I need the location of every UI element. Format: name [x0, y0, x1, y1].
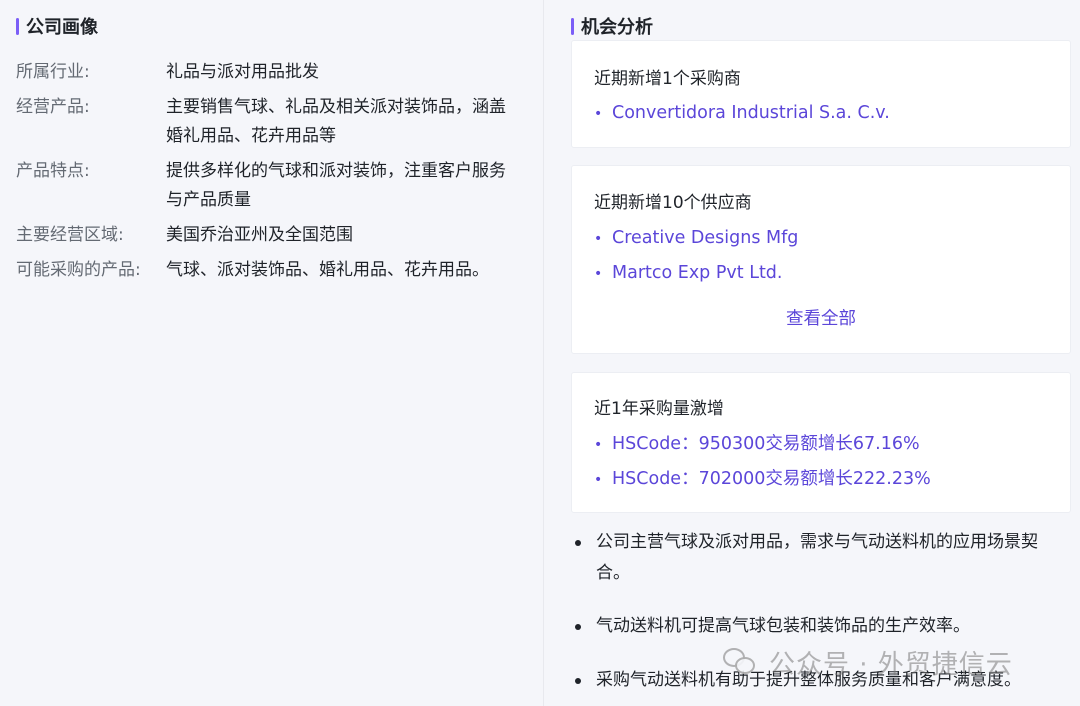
hscode-text: HSCode：702000交易额增长222.23% — [612, 469, 931, 489]
profile-value: 主要销售气球、礼品及相关派对装饰品，涵盖婚礼用品、花卉用品等 — [166, 97, 506, 146]
bullet-dot: • — [594, 231, 603, 247]
profile-value: 礼品与派对用品批发 — [166, 62, 319, 82]
purchase-surge-card: 近1年采购量激增 • HSCode：950300交易额增长67.16% • HSCo… — [571, 372, 1071, 513]
supplier-link[interactable]: • Creative Designs Mfg — [594, 225, 798, 252]
purchase-surge-title: 近1年采购量激增 — [594, 399, 724, 419]
profile-row-industry: 所属行业: 礼品与派对用品批发 — [16, 58, 526, 87]
supplier-name: Martco Exp Pvt Ltd. — [612, 263, 783, 283]
opportunity-title: 机会分析 — [581, 17, 653, 38]
profile-value: 美国乔治亚州及全国范围 — [166, 225, 353, 245]
hscode-link[interactable]: • HSCode：950300交易额增长67.16% — [594, 431, 920, 458]
profile-label: 主要经营区域: — [16, 225, 124, 245]
profile-label: 可能采购的产品: — [16, 260, 141, 280]
new-buyers-title: 近期新增1个采购商 — [594, 69, 741, 89]
bullet-dot: • — [594, 472, 603, 488]
opportunity-panel: 机会分析 近期新增1个采购商 • Convertidora Industrial … — [543, 0, 1080, 706]
hscode-text: HSCode：950300交易额增长67.16% — [612, 434, 920, 454]
profile-label: 所属行业: — [16, 62, 90, 82]
profile-row-products: 经营产品: 主要销售气球、礼品及相关派对装饰品，涵盖婚礼用品、花卉用品等 — [16, 93, 526, 151]
view-all-link[interactable]: 查看全部 — [572, 306, 1070, 332]
profile-label: 经营产品: — [16, 97, 90, 117]
wechat-icon — [723, 648, 757, 676]
analysis-bullet: 气动送料机可提高气球包装和装饰品的生产效率。 — [571, 611, 1071, 642]
supplier-name: Creative Designs Mfg — [612, 228, 799, 248]
company-profile-panel: 公司画像 所属行业: 礼品与派对用品批发 经营产品: 主要销售气球、礼品及相关派… — [0, 0, 543, 706]
bullet-dot: • — [594, 266, 603, 282]
analysis-bullet: 公司主营气球及派对用品，需求与气动送料机的应用场景契合。 — [571, 527, 1071, 589]
bullet-dot: • — [594, 106, 603, 122]
watermark: 公众号 · 外贸捷信云 — [723, 642, 1013, 682]
title-accent-bar — [16, 17, 19, 35]
bullet-dot: • — [594, 437, 603, 453]
buyer-link[interactable]: • Convertidora Industrial S.a. C.v. — [594, 100, 890, 127]
company-profile-header: 公司画像 — [16, 14, 98, 38]
profile-value: 提供多样化的气球和派对装饰，注重客户服务与产品质量 — [166, 161, 506, 210]
hscode-link[interactable]: • HSCode：702000交易额增长222.23% — [594, 466, 931, 493]
buyer-name: Convertidora Industrial S.a. C.v. — [612, 103, 890, 123]
new-suppliers-title: 近期新增10个供应商 — [594, 193, 752, 213]
profile-label: 产品特点: — [16, 161, 90, 181]
profile-row-features: 产品特点: 提供多样化的气球和派对装饰，注重客户服务与产品质量 — [16, 157, 526, 215]
profile-list: 所属行业: 礼品与派对用品批发 经营产品: 主要销售气球、礼品及相关派对装饰品，… — [16, 58, 526, 291]
company-profile-title: 公司画像 — [26, 17, 98, 38]
watermark-text: 公众号 · 外贸捷信云 — [769, 649, 1013, 680]
new-suppliers-card: 近期新增10个供应商 • Creative Designs Mfg • Martco… — [571, 165, 1071, 354]
page: 公司画像 所属行业: 礼品与派对用品批发 经营产品: 主要销售气球、礼品及相关派… — [0, 0, 1080, 706]
new-buyers-card: 近期新增1个采购商 • Convertidora Industrial S.a. … — [571, 40, 1071, 148]
opportunity-header: 机会分析 — [571, 14, 653, 38]
profile-row-possible-purchases: 可能采购的产品: 气球、派对装饰品、婚礼用品、花卉用品。 — [16, 256, 526, 285]
profile-value: 气球、派对装饰品、婚礼用品、花卉用品。 — [166, 260, 489, 280]
supplier-link[interactable]: • Martco Exp Pvt Ltd. — [594, 260, 782, 287]
title-accent-bar — [571, 17, 574, 35]
profile-row-region: 主要经营区域: 美国乔治亚州及全国范围 — [16, 221, 526, 250]
